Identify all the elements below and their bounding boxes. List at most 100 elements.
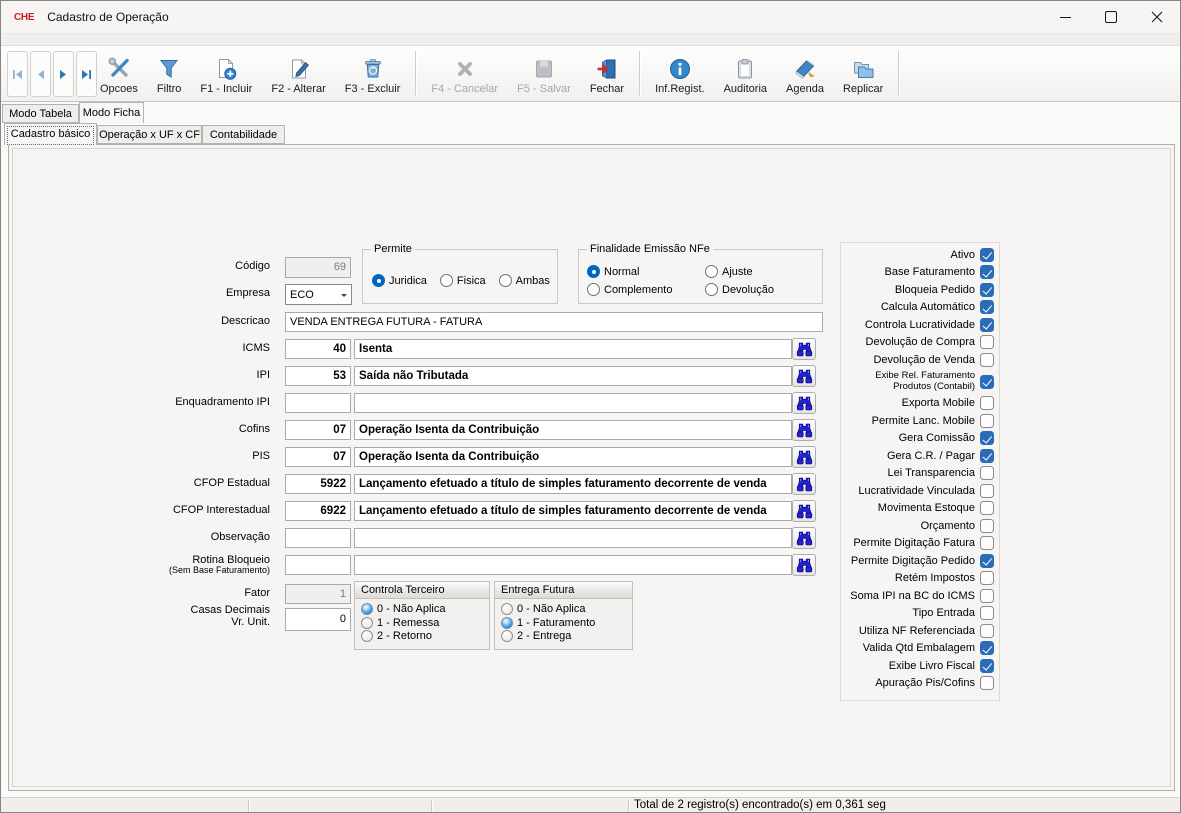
field-desc-cfop-interestadual[interactable]: Lançamento efetuado a título de simples … — [354, 501, 792, 521]
radio-juridica[interactable]: Juridica — [372, 274, 427, 287]
tab-cadastro-basico[interactable]: Cadastro básico — [4, 123, 97, 145]
flag-bloqueia-pedido[interactable]: Bloqueia Pedido — [841, 281, 999, 299]
radio-button[interactable] — [587, 283, 600, 296]
checkbox[interactable] — [980, 554, 994, 568]
radio-ajuste[interactable]: Ajuste — [705, 265, 774, 278]
field-code-enquadramento-ipi[interactable] — [285, 393, 351, 413]
tab-modo-tabela[interactable]: Modo Tabela — [2, 104, 79, 123]
flag-retem-impostos[interactable]: Retém Impostos — [841, 570, 999, 588]
checkbox[interactable] — [980, 449, 994, 463]
casas-decimais-field[interactable]: 0 — [285, 608, 351, 631]
field-desc-pis[interactable]: Operação Isenta da Contribuição — [354, 447, 792, 467]
checkbox[interactable] — [980, 318, 994, 332]
radio-1-faturamento[interactable]: 1 - Faturamento — [501, 617, 632, 629]
nav-first-button[interactable] — [7, 51, 28, 97]
field-desc-rotina-bloqueio[interactable] — [354, 555, 792, 575]
checkbox[interactable] — [980, 248, 994, 262]
nav-next-button[interactable] — [53, 51, 74, 97]
field-desc-icms[interactable]: Isenta — [354, 339, 792, 359]
flag-controla-lucratividade[interactable]: Controla Lucratividade — [841, 316, 999, 334]
radio-fisica[interactable]: Fisica — [440, 274, 486, 287]
toolbar-button-f3-excluir[interactable]: F3 - Excluir — [338, 48, 408, 99]
field-code-cfop-estadual[interactable]: 5922 — [285, 474, 351, 494]
toolbar-button-fechar[interactable]: Fechar — [583, 48, 631, 99]
flag-valida-qtd-embalagem[interactable]: Valida Qtd Embalagem — [841, 640, 999, 658]
toolbar-button-inf-regist[interactable]: Inf.Regist. — [648, 48, 712, 99]
lookup-button-cofins[interactable] — [792, 419, 816, 441]
flag-permite-digitacao-pedido[interactable]: Permite Digitação Pedido — [841, 552, 999, 570]
toolbar-button-f2-alterar[interactable]: F2 - Alterar — [264, 48, 332, 99]
flag-gera-comissao[interactable]: Gera Comissão — [841, 430, 999, 448]
tab-modo-ficha[interactable]: Modo Ficha — [79, 102, 144, 123]
flag-calcula-automatico[interactable]: Calcula Automático — [841, 299, 999, 317]
checkbox[interactable] — [980, 414, 994, 428]
flag-permite-digitacao-fatura[interactable]: Permite Digitação Fatura — [841, 535, 999, 553]
maximize-button[interactable] — [1088, 1, 1134, 33]
flag-exibe-livro-fiscal[interactable]: Exibe Livro Fiscal — [841, 657, 999, 675]
flag-base-faturamento[interactable]: Base Faturamento — [841, 264, 999, 282]
descricao-field[interactable]: VENDA ENTREGA FUTURA - FATURA — [285, 312, 823, 332]
radio-button[interactable] — [361, 630, 373, 642]
radio-0-nao-aplica[interactable]: 0 - Não Aplica — [501, 603, 632, 615]
radio-0-nao-aplica[interactable]: 0 - Não Aplica — [361, 603, 489, 615]
field-code-observacao[interactable] — [285, 528, 351, 548]
radio-2-entrega[interactable]: 2 - Entrega — [501, 630, 632, 642]
lookup-button-observacao[interactable] — [792, 527, 816, 549]
flag-tipo-entrada[interactable]: Tipo Entrada — [841, 605, 999, 623]
lookup-button-enquadramento-ipi[interactable] — [792, 392, 816, 414]
checkbox[interactable] — [980, 676, 994, 690]
tab-contabilidade[interactable]: Contabilidade — [202, 125, 285, 144]
radio-button[interactable] — [361, 603, 373, 615]
lookup-button-cfop-estadual[interactable] — [792, 473, 816, 495]
radio-button[interactable] — [705, 283, 718, 296]
lookup-button-ipi[interactable] — [792, 365, 816, 387]
radio-ambas[interactable]: Ambas — [499, 274, 550, 287]
flag-devolucao-de-compra[interactable]: Devolução de Compra — [841, 334, 999, 352]
field-desc-enquadramento-ipi[interactable] — [354, 393, 792, 413]
flag-apuracao-pis-cofins[interactable]: Apuração Pis/Cofins — [841, 675, 999, 693]
radio-button[interactable] — [372, 274, 385, 287]
toolbar-button-opcoes[interactable]: Opcoes — [93, 48, 145, 99]
checkbox[interactable] — [980, 353, 994, 367]
flag-soma-ipi-na-bc-do-icms[interactable]: Soma IPI na BC do ICMS — [841, 587, 999, 605]
empresa-select[interactable]: ECO — [285, 284, 352, 305]
checkbox[interactable] — [980, 589, 994, 603]
toolbar-button-replicar[interactable]: Replicar — [836, 48, 890, 99]
radio-button[interactable] — [501, 630, 513, 642]
field-code-ipi[interactable]: 53 — [285, 366, 351, 386]
field-code-cfop-interestadual[interactable]: 6922 — [285, 501, 351, 521]
checkbox[interactable] — [980, 466, 994, 480]
minimize-button[interactable] — [1042, 1, 1088, 33]
lookup-button-pis[interactable] — [792, 446, 816, 468]
radio-complemento[interactable]: Complemento — [587, 283, 705, 296]
checkbox[interactable] — [980, 641, 994, 655]
checkbox[interactable] — [980, 396, 994, 410]
flag-utiliza-nf-referenciada[interactable]: Utiliza NF Referenciada — [841, 622, 999, 640]
flag-movimenta-estoque[interactable]: Movimenta Estoque — [841, 500, 999, 518]
checkbox[interactable] — [980, 501, 994, 515]
flag-ativo[interactable]: Ativo — [841, 246, 999, 264]
field-code-cofins[interactable]: 07 — [285, 420, 351, 440]
toolbar-button-f1-incluir[interactable]: F1 - Incluir — [193, 48, 259, 99]
checkbox[interactable] — [980, 283, 994, 297]
radio-devolucao[interactable]: Devolução — [705, 283, 774, 296]
checkbox[interactable] — [980, 265, 994, 279]
flag-permite-lanc-mobile[interactable]: Permite Lanc. Mobile — [841, 412, 999, 430]
radio-button[interactable] — [587, 265, 600, 278]
field-code-icms[interactable]: 40 — [285, 339, 351, 359]
flag-orcamento[interactable]: Orçamento — [841, 517, 999, 535]
checkbox[interactable] — [980, 375, 994, 389]
radio-button[interactable] — [499, 274, 512, 287]
checkbox[interactable] — [980, 431, 994, 445]
toolbar-button-filtro[interactable]: Filtro — [150, 48, 188, 99]
toolbar-button-auditoria[interactable]: Auditoria — [717, 48, 774, 99]
checkbox[interactable] — [980, 624, 994, 638]
flag-exibe-rel-faturamento-produtos-contabil[interactable]: Exibe Rel. Faturamento Produtos (Contabi… — [841, 369, 999, 395]
radio-button[interactable] — [440, 274, 453, 287]
checkbox[interactable] — [980, 659, 994, 673]
checkbox[interactable] — [980, 300, 994, 314]
flag-lei-transparencia[interactable]: Lei Transparencia — [841, 465, 999, 483]
checkbox[interactable] — [980, 484, 994, 498]
nav-prev-button[interactable] — [30, 51, 51, 97]
lookup-button-cfop-interestadual[interactable] — [792, 500, 816, 522]
